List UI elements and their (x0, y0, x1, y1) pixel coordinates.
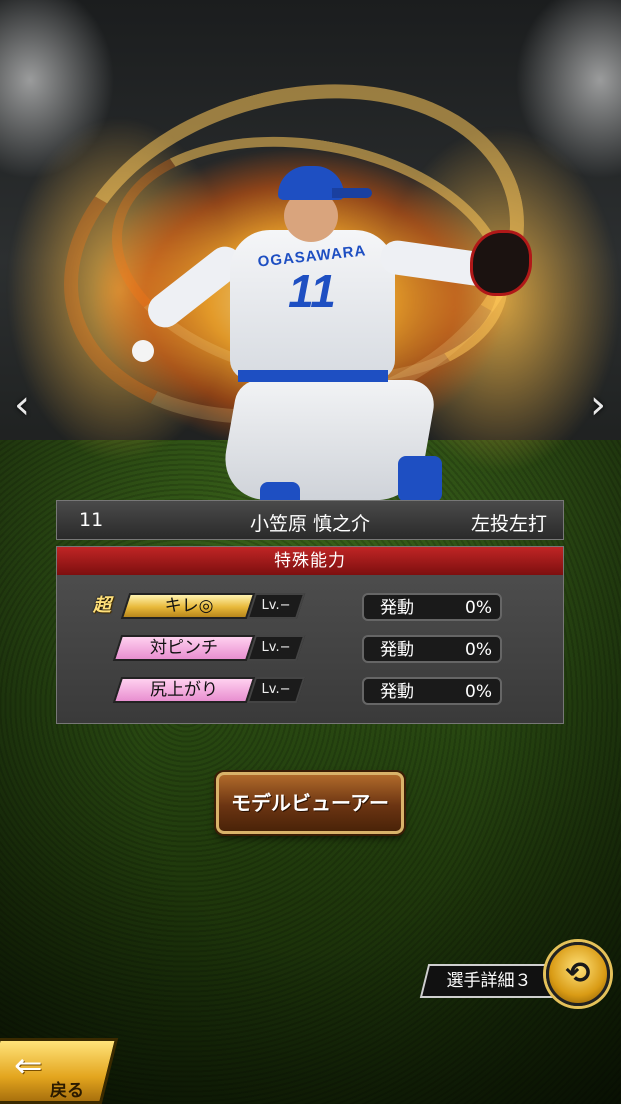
activation-label: 発動 (380, 640, 414, 660)
ability-row[interactable]: 対ピンチ Lv.− 発動 0% (57, 635, 565, 665)
jersey-number: 11 (288, 265, 336, 317)
baseball (132, 340, 154, 362)
activation-label: 発動 (380, 598, 414, 618)
abilities-header: 特殊能力 (57, 547, 563, 575)
ability-row[interactable]: 尻上がり Lv.− 発動 0% (57, 677, 565, 707)
player-name-bar: 11 小笠原 慎之介 左投左打 (56, 500, 564, 540)
chevron-right-icon[interactable]: › (584, 380, 612, 430)
activation-rate: 発動 0% (362, 593, 502, 621)
ability-name: キレ◎ (164, 596, 214, 616)
back-label[interactable]: 戻る (50, 1076, 84, 1101)
activation-rate: 発動 0% (362, 635, 502, 663)
swap-icon: ⟲ (565, 956, 591, 991)
player-card-screen: OGASAWARA 11 ‹ › 11 小笠原 慎之介 左投左打 特殊能力 超 … (0, 0, 621, 1104)
chevron-left-icon[interactable]: ‹ (8, 380, 36, 430)
glove-icon (470, 230, 532, 296)
player-detail-label[interactable]: 選手詳細３ (424, 964, 554, 998)
model-viewer-button[interactable]: モデルビューアー (216, 772, 404, 834)
ability-name: 尻上がり (150, 680, 218, 700)
ability-level: Lv.− (261, 682, 291, 697)
activation-label: 発動 (380, 682, 414, 702)
activation-value: 0% (465, 682, 492, 702)
activation-rate: 発動 0% (362, 677, 502, 705)
player-image: OGASAWARA 11 (120, 160, 532, 550)
ability-level: Lv.− (261, 640, 291, 655)
special-abilities-panel: 特殊能力 超 キレ◎ Lv.− 発動 0% 対ピンチ Lv.− 発動 0% 尻上… (56, 546, 564, 724)
super-badge: 超 (93, 595, 111, 616)
activation-value: 0% (465, 640, 492, 660)
player-belt (238, 370, 388, 382)
swap-button[interactable]: ⟲ (546, 942, 610, 1006)
ability-row[interactable]: 超 キレ◎ Lv.− 発動 0% (57, 593, 565, 623)
cap-bill (332, 188, 372, 198)
player-sock (398, 456, 442, 502)
activation-value: 0% (465, 598, 492, 618)
bats-throws: 左投左打 (470, 513, 547, 535)
ability-level: Lv.− (261, 598, 291, 613)
ability-name: 対ピンチ (150, 638, 218, 658)
